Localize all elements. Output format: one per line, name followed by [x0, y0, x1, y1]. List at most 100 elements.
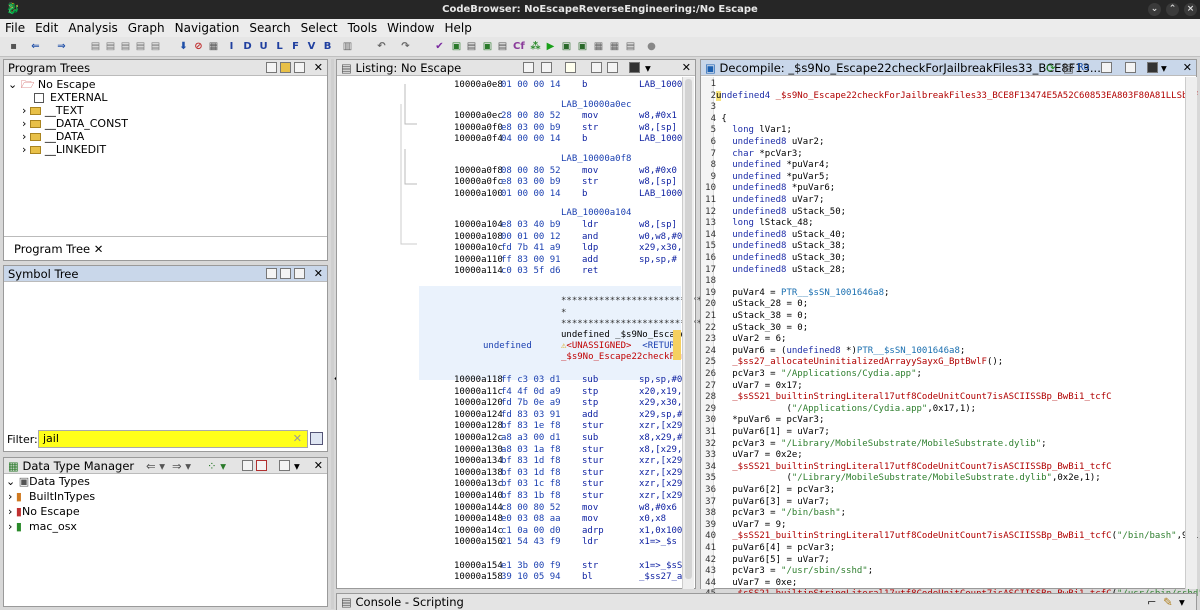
code-line[interactable]: 25 _$ss27_allocateUninitializedArrayySay…: [702, 357, 1003, 369]
listing-row[interactable]: 10000a138 bf 03 1d f8 stur xzr,[x29: [337, 468, 682, 479]
code-line[interactable]: 24 puVar6 = (undefined8 *)PTR__$sSN_1001…: [702, 346, 965, 358]
listing-icon[interactable]: ▦: [609, 40, 620, 53]
menu-select[interactable]: Select: [296, 19, 343, 37]
clear-console-icon[interactable]: ⌐: [1147, 594, 1157, 610]
operands[interactable]: LAB_1000: [639, 189, 682, 200]
code-label[interactable]: LAB_10000a104: [561, 208, 631, 219]
code-line[interactable]: 6 undefined8 uVar2;: [702, 137, 825, 149]
tree-root[interactable]: ⌄ 🗁 No Escape: [8, 78, 96, 92]
print-icon[interactable]: [629, 62, 640, 73]
listing-row[interactable]: [337, 549, 681, 560]
menu-edit[interactable]: Edit: [30, 19, 63, 37]
cf-icon[interactable]: Cf: [513, 40, 525, 53]
operands[interactable]: xzr,[x29: [639, 479, 682, 490]
down-arrow-icon[interactable]: ⬇: [178, 40, 189, 53]
edit-fields-icon[interactable]: [591, 62, 602, 73]
disassemble-icon[interactable]: ▦: [208, 40, 219, 53]
operands[interactable]: sp,sp,#0: [639, 375, 682, 386]
code-line[interactable]: 11 undefined8 uVar7;: [702, 195, 824, 207]
code-line[interactable]: 32 pcVar3 = "/Library/MobileSubstrate/Mo…: [702, 439, 1046, 451]
operands[interactable]: w8,#0x0: [639, 166, 677, 177]
code-line[interactable]: 4 {: [702, 114, 727, 126]
filter-options-icon[interactable]: [310, 432, 323, 445]
code-line[interactable]: 39 uVar7 = 9;: [702, 520, 786, 532]
nav-icon-5[interactable]: ▤: [150, 40, 161, 53]
operands[interactable]: xzr,[x29: [639, 468, 682, 479]
code-line[interactable]: 28 _$sSS21_builtinStringLiteral17utf8Cod…: [702, 392, 1111, 404]
check-icon[interactable]: ✔: [434, 40, 445, 53]
listing-row[interactable]: 10000a100 01 00 00 14 b LAB_1000: [337, 189, 682, 200]
code-line[interactable]: 42 puVar6[5] = uVar7;: [702, 555, 830, 567]
undo-icon[interactable]: ↶: [376, 40, 387, 53]
chevron-right-icon[interactable]: ›: [8, 520, 12, 533]
scrollbar-thumb[interactable]: [685, 79, 692, 579]
vertical-splitter[interactable]: [331, 59, 334, 609]
listing-row[interactable]: 10000a0fc e8 03 00 b9 str w8,[sp]: [337, 177, 681, 188]
code-line[interactable]: 21 uStack_38 = 0;: [702, 311, 808, 323]
emulator-icon[interactable]: ▣: [577, 40, 588, 53]
code-line[interactable]: 3: [702, 102, 721, 114]
listing-row[interactable]: 10000a154 e1 3b 00 f9 str x1=>_$sS: [337, 561, 682, 572]
toolbar-letter-l[interactable]: L: [274, 40, 285, 53]
code-line[interactable]: 36 puVar6[2] = pcVar3;: [702, 485, 835, 497]
data-types-root[interactable]: ⌄ ▣Data Types: [6, 475, 90, 489]
operands[interactable]: xzr,[x29: [639, 456, 682, 467]
paste-icon[interactable]: [541, 62, 552, 73]
nav-icon-3[interactable]: ▤: [120, 40, 131, 53]
menu-dropdown-icon[interactable]: ▾: [1179, 594, 1185, 610]
code-line[interactable]: 15 undefined8 uStack_38;: [702, 241, 846, 253]
tree-item-text[interactable]: › __TEXT: [22, 104, 84, 118]
listing-row[interactable]: 10000a130 a8 03 1a f8 stur x8,[x29,: [337, 445, 682, 456]
code-line[interactable]: 18: [702, 276, 721, 288]
symbol-create-icon[interactable]: [280, 268, 291, 279]
tab-program-tree[interactable]: Program Tree ✕: [14, 241, 103, 257]
close-icon[interactable]: ✕: [314, 60, 323, 76]
code-line[interactable]: 30 *puVar6 = pcVar3;: [702, 415, 824, 427]
code-line[interactable]: 12 undefined8 uStack_50;: [702, 207, 846, 219]
clear-filter-icon[interactable]: ✕: [293, 431, 302, 447]
operands[interactable]: x29,x30,: [639, 243, 682, 254]
code-line[interactable]: 43 pcVar3 = "/usr/sbin/sshd";: [702, 566, 873, 578]
chevron-right-icon[interactable]: ›: [8, 505, 12, 518]
operands[interactable]: w0,w8,#0: [639, 232, 682, 243]
listing-row[interactable]: 10000a0f0 e8 03 00 b9 str w8,[sp]: [337, 123, 681, 134]
filter-types-icon[interactable]: [242, 460, 253, 471]
code-line[interactable]: 33 uVar7 = 0x2e;: [702, 450, 803, 462]
run-icon[interactable]: ▶: [545, 40, 556, 53]
chevron-right-icon[interactable]: ›: [22, 117, 26, 130]
listing-row[interactable]: 10000a10c fd 7b 41 a9 ldp x29,x30,: [337, 243, 682, 254]
listing-label-row[interactable]: LAB_10000a0ec: [337, 100, 681, 111]
menu-dropdown-icon[interactable]: ▾: [1161, 60, 1167, 76]
code-line[interactable]: 23 uVar2 = 6;: [702, 334, 786, 346]
filter-arrays-icon[interactable]: [256, 460, 267, 471]
graph-icon[interactable]: ⁂: [530, 40, 541, 53]
listing-row[interactable]: 10000a114 c0 03 5f d6 ret: [337, 266, 681, 277]
operands[interactable]: xzr,[x29: [639, 491, 682, 502]
listing-row[interactable]: 10000a0f4 04 00 00 14 b LAB_1000: [337, 134, 682, 145]
close-icon[interactable]: ✕: [1183, 60, 1192, 76]
tree-item-external[interactable]: EXTERNAL: [34, 91, 108, 105]
filter-input[interactable]: jail ✕: [38, 430, 308, 448]
code-line[interactable]: 14 undefined8 uStack_40;: [702, 230, 846, 242]
operands[interactable]: LAB_1000: [639, 80, 682, 91]
symbol-tool-icon[interactable]: [266, 268, 277, 279]
menu-navigation[interactable]: Navigation: [170, 19, 245, 37]
close-window-icon[interactable]: ×: [1184, 3, 1197, 16]
listing-row[interactable]: 10000a0ec 28 00 80 52 mov w8,#0x1: [337, 111, 681, 122]
console-edit-icon[interactable]: ✎: [1163, 594, 1173, 610]
open-folder-icon[interactable]: [280, 62, 291, 73]
split-icon[interactable]: ▥: [342, 40, 353, 53]
toolbar-letter-i[interactable]: I: [226, 40, 237, 53]
nav-icon-1[interactable]: ▤: [90, 40, 101, 53]
code-line[interactable]: 16 undefined8 uStack_30;: [702, 253, 846, 265]
listing-row[interactable]: 10000a110 ff 83 00 91 add sp,sp,#: [337, 255, 681, 266]
code-line[interactable]: 13 long lStack_48;: [702, 218, 813, 230]
symbol-nav-icon[interactable]: [294, 268, 305, 279]
forward-arrow-icon[interactable]: ⇒: [56, 40, 67, 53]
code-line[interactable]: 1: [702, 79, 721, 91]
operands[interactable]: x20,x19,: [639, 387, 682, 398]
print-icon[interactable]: [1147, 62, 1158, 73]
operands[interactable]: x8,[x29,: [639, 445, 682, 456]
tree-item-builtin[interactable]: › ▮ BuiltInTypes: [8, 490, 95, 504]
tree-item-mac-osx[interactable]: › ▮ mac_osx: [8, 520, 77, 534]
